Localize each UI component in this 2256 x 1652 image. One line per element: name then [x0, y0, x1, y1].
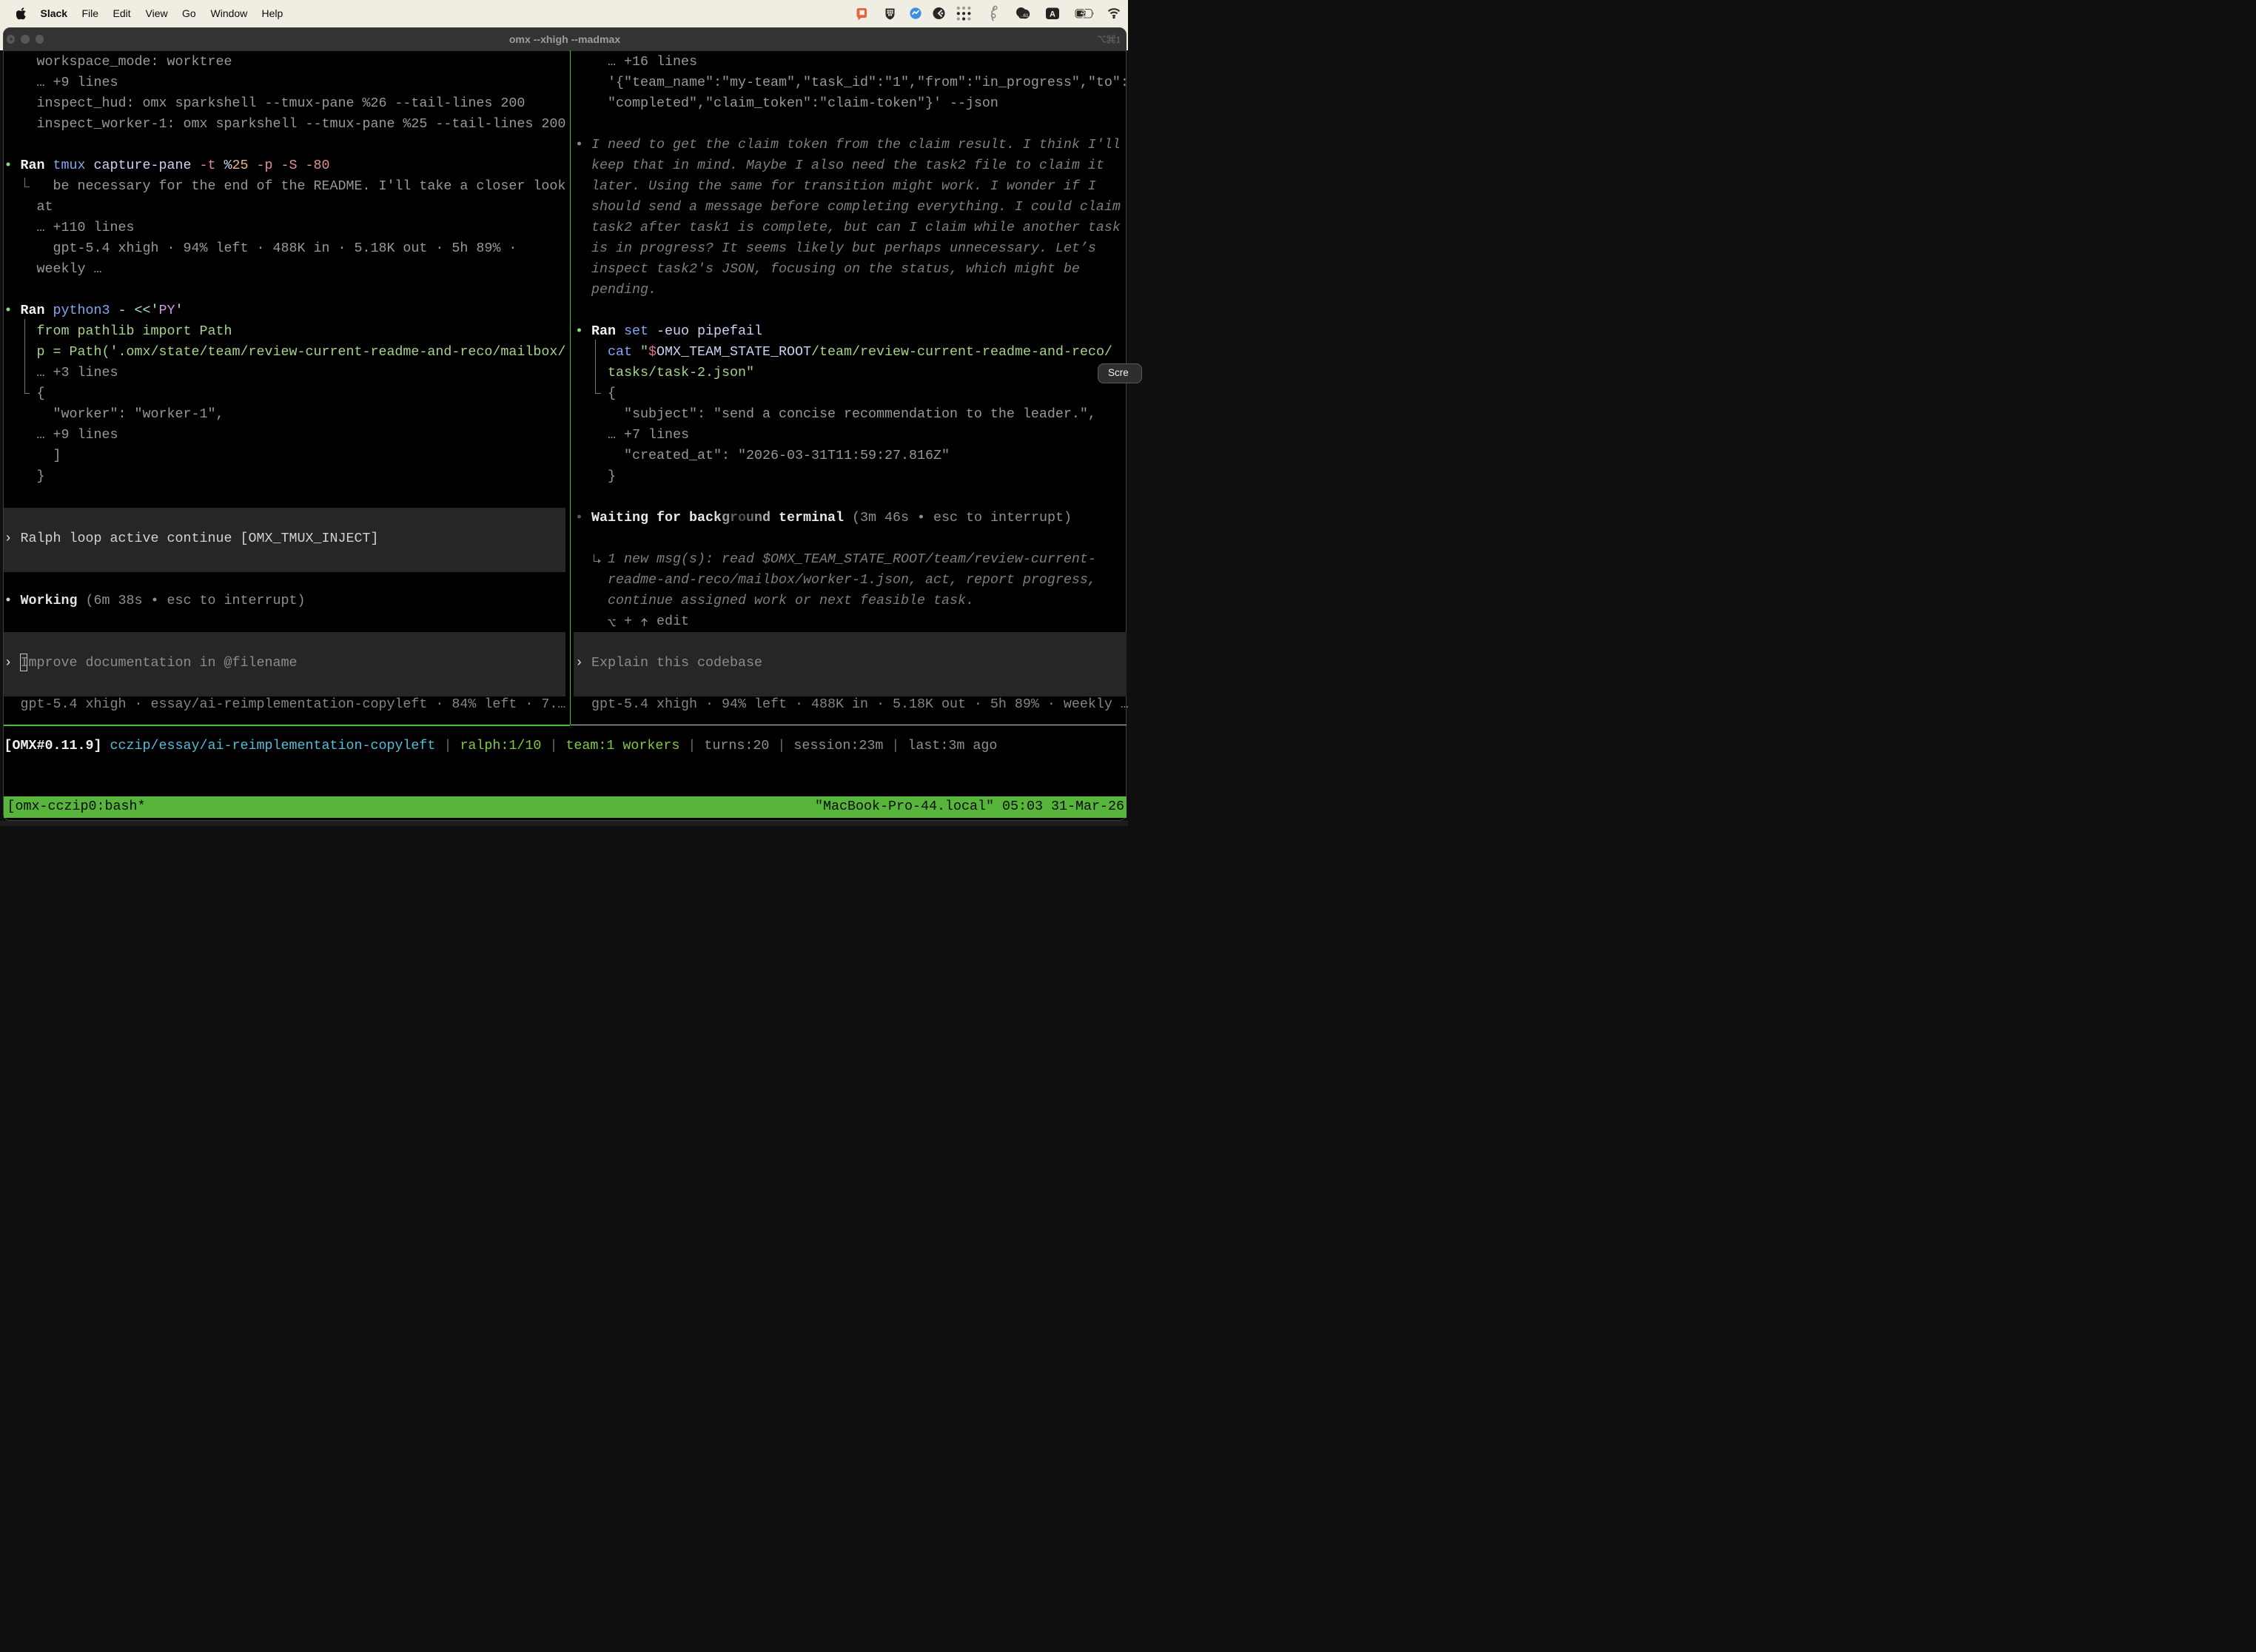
- svg-text:..61: ..61: [1020, 13, 1028, 19]
- svg-text:A: A: [1050, 10, 1055, 19]
- svg-text:1: 1: [1116, 35, 1120, 45]
